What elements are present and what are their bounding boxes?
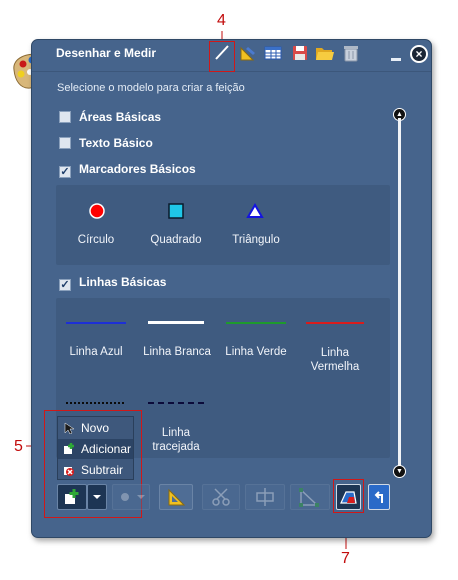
subtract-selection-icon	[64, 467, 74, 476]
measure-icon[interactable]	[238, 43, 258, 63]
measure-ruler-icon	[168, 488, 186, 506]
reshape-button[interactable]	[245, 484, 285, 510]
marker-label-triangle[interactable]: Triângulo	[222, 234, 290, 246]
line-sample-dashed[interactable]	[148, 402, 204, 404]
line-sample-blue[interactable]	[66, 322, 126, 324]
save-icon[interactable]	[290, 43, 310, 63]
line-sample-green[interactable]	[226, 322, 286, 324]
add-selection-icon	[65, 489, 79, 504]
category-basic-areas[interactable]: Áreas Básicas	[59, 110, 161, 124]
minimize-button[interactable]	[391, 58, 401, 61]
reshape-icon	[256, 488, 274, 506]
menu-item-label: Novo	[81, 421, 110, 435]
undo-button[interactable]	[368, 484, 390, 510]
category-checkbox-checked[interactable]: ✓	[59, 279, 71, 291]
scroll-down-button[interactable]: ▼	[393, 465, 406, 478]
category-basic-lines[interactable]: ✓ Linhas Básicas	[59, 275, 166, 291]
triangle-marker-icon[interactable]	[246, 202, 264, 220]
category-basic-markers[interactable]: ✓ Marcadores Básicos	[59, 162, 196, 178]
selection-mode-menu: Novo Adicionar Subtrair	[57, 416, 134, 480]
cursor-icon	[64, 422, 75, 434]
selection-dropdown-button[interactable]	[87, 484, 107, 510]
category-checkbox-checked[interactable]: ✓	[59, 166, 71, 178]
close-button[interactable]: ×	[410, 45, 428, 63]
category-checkbox[interactable]	[59, 111, 71, 123]
menu-item-label: Adicionar	[81, 442, 132, 456]
line-label-blue[interactable]: Linha Azul	[58, 346, 134, 358]
category-label: Linhas Básicas	[79, 275, 167, 289]
line-label-white[interactable]: Linha Branca	[138, 346, 216, 358]
add-selection-button[interactable]	[57, 484, 87, 510]
measure-button[interactable]	[159, 484, 193, 510]
line-label-dashed[interactable]: Linha tracejada	[140, 426, 212, 454]
union-icon	[340, 491, 357, 504]
clear-selection-icon	[121, 493, 145, 501]
square-marker-icon[interactable]	[167, 202, 185, 220]
category-label: Marcadores Básicos	[79, 162, 196, 176]
line-label-red[interactable]: Linha Vermelha	[300, 346, 370, 374]
menu-item-add[interactable]: Adicionar	[58, 439, 133, 459]
template-prompt: Selecione o modelo para criar a feição	[57, 82, 245, 94]
trash-icon[interactable]	[341, 43, 361, 63]
draw-pencil-icon[interactable]	[212, 43, 232, 63]
marker-label-circle[interactable]: Círculo	[63, 234, 129, 246]
scrollbar-track[interactable]	[398, 118, 401, 470]
cut-button[interactable]	[202, 484, 240, 510]
clear-selection-button[interactable]	[112, 484, 150, 510]
dropdown-arrow-icon	[93, 495, 101, 499]
category-label: Texto Básico	[79, 136, 153, 150]
circle-marker-icon[interactable]	[88, 202, 106, 220]
edit-vertices-button[interactable]	[290, 484, 330, 510]
markers-group	[56, 185, 390, 265]
line-label-green[interactable]: Linha Verde	[219, 346, 293, 358]
marker-label-square[interactable]: Quadrado	[142, 234, 210, 246]
line-sample-red[interactable]	[306, 322, 364, 324]
category-basic-text[interactable]: Texto Básico	[59, 136, 153, 150]
table-icon[interactable]	[263, 43, 283, 63]
menu-item-new[interactable]: Novo	[58, 418, 133, 438]
line-sample-white[interactable]	[148, 321, 204, 324]
open-folder-icon[interactable]	[315, 43, 335, 63]
line-sample-dotted[interactable]	[66, 402, 124, 404]
category-label: Áreas Básicas	[79, 110, 162, 124]
union-button[interactable]	[336, 484, 361, 510]
menu-item-label: Subtrair	[81, 463, 124, 477]
category-checkbox[interactable]	[59, 137, 71, 149]
add-selection-icon	[64, 443, 74, 454]
undo-icon	[374, 491, 383, 503]
menu-item-subtract[interactable]: Subtrair	[58, 460, 133, 480]
window-title: Desenhar e Medir	[56, 46, 157, 60]
cut-icon	[212, 488, 230, 506]
edit-polygon-icon	[299, 488, 319, 507]
